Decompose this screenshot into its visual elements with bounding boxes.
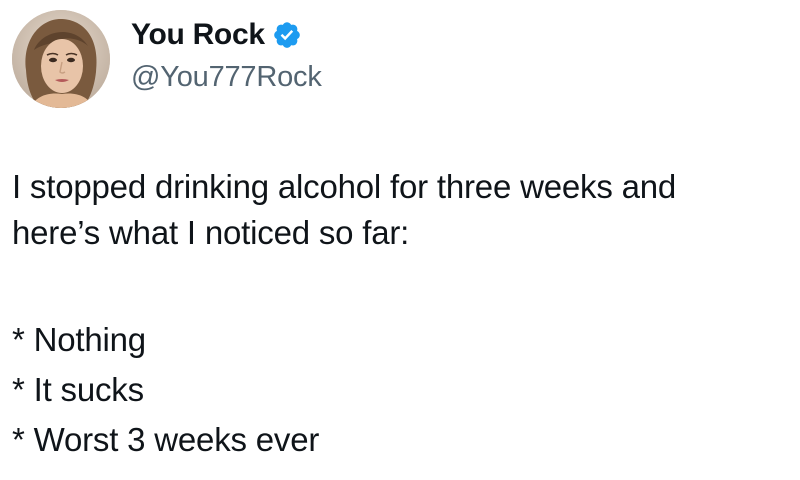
tweet-header: You Rock @You777Rock: [12, 10, 322, 108]
tweet-text-line: here’s what I noticed so far:: [12, 214, 410, 251]
user-handle[interactable]: @You777Rock: [131, 61, 322, 94]
display-name[interactable]: You Rock: [131, 18, 265, 52]
tweet-card: You Rock @You777Rock I stopped drinking …: [0, 0, 800, 480]
list-item: * Nothing: [12, 321, 146, 358]
list-item: * Worst 3 weeks ever: [12, 421, 320, 458]
tweet-text: I stopped drinking alcohol for three wee…: [12, 164, 796, 256]
avatar[interactable]: [12, 10, 110, 108]
list-item: * It sucks: [12, 371, 144, 408]
verified-badge-icon: [272, 20, 302, 50]
author-identity: You Rock @You777Rock: [131, 15, 322, 94]
profile-photo-icon: [12, 10, 110, 108]
name-row: You Rock: [131, 15, 322, 55]
tweet-text-line: I stopped drinking alcohol for three wee…: [12, 168, 677, 205]
tweet-list: * Nothing * It sucks * Worst 3 weeks eve…: [12, 315, 319, 465]
